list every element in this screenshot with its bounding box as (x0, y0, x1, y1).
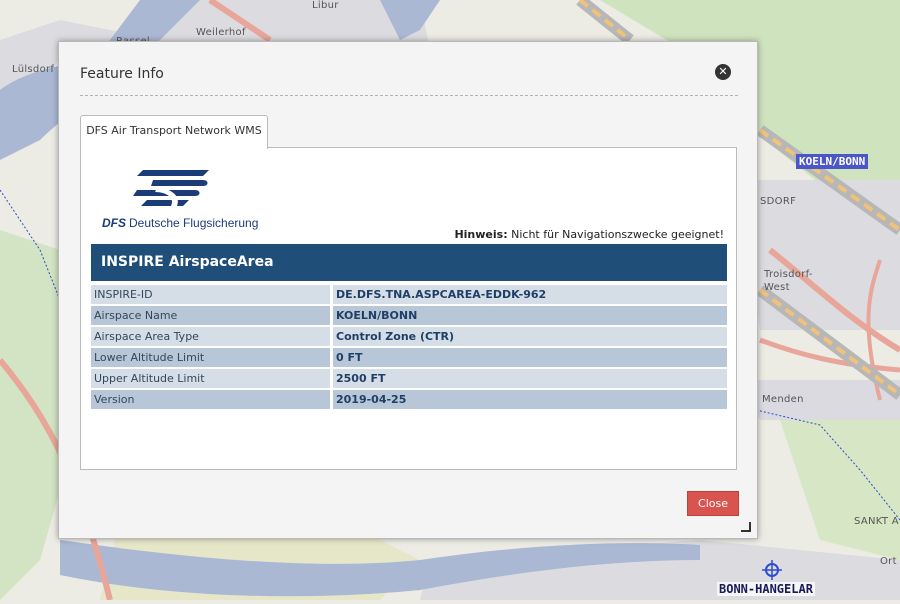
table-row: Upper Altitude Limit 2500 FT (91, 369, 727, 388)
title-divider (80, 95, 738, 96)
info-title: INSPIRE AirspaceArea (101, 254, 274, 270)
attribute-value: KOELN/BONN (333, 306, 727, 325)
attribute-value: Control Zone (CTR) (333, 327, 727, 346)
attribute-key: Lower Altitude Limit (91, 348, 333, 367)
attribute-value: 2500 FT (333, 369, 727, 388)
airspace-label[interactable]: KOELN/BONN (796, 154, 869, 169)
airfield-label[interactable]: BONN-HANGELAR (717, 582, 815, 596)
dialog-title: Feature Info (80, 66, 164, 82)
close-button[interactable]: Close (687, 491, 739, 516)
attribute-key: INSPIRE-ID (91, 285, 333, 304)
tab-dfs-air-transport-network[interactable]: DFS Air Transport Network WMS (80, 115, 268, 149)
tab-panel: DFS Deutsche Flugsicherung Hinweis: Nicht… (80, 147, 737, 470)
dfs-logo-mark-text: DFS (102, 216, 126, 230)
table-row: Airspace Name KOELN/BONN (91, 306, 727, 325)
dfs-logo: DFS Deutsche Flugsicherung (91, 160, 258, 238)
close-circle-icon[interactable]: ✕ (715, 64, 731, 80)
table-row: Version 2019-04-25 (91, 390, 727, 409)
attribute-key: Version (91, 390, 333, 409)
attribute-value: 2019-04-25 (333, 390, 727, 409)
table-row: Airspace Area Type Control Zone (CTR) (91, 327, 727, 346)
table-row: INSPIRE-ID DE.DFS.TNA.ASPCAREA-EDDK-962 (91, 285, 727, 304)
hint-label: Hinweis: (454, 228, 508, 241)
map-place-label: Troisdorf- West (764, 269, 813, 293)
map-place-label: SDORF (760, 196, 797, 207)
map-place-label: Libur (312, 0, 339, 11)
table-row: Lower Altitude Limit 0 FT (91, 348, 727, 367)
navigation-hint: Hinweis: Nicht für Navigationszwecke gee… (454, 228, 724, 241)
attribute-value: DE.DFS.TNA.ASPCAREA-EDDK-962 (333, 285, 727, 304)
info-header: INSPIRE AirspaceArea (91, 244, 727, 281)
attribute-key: Airspace Area Type (91, 327, 333, 346)
feature-attributes-table: INSPIRE-ID DE.DFS.TNA.ASPCAREA-EDDK-962 … (91, 283, 727, 411)
map-place-label: Menden (762, 394, 804, 405)
resize-handle-icon[interactable] (741, 522, 751, 532)
feature-info-dialog: Feature Info ✕ DFS Air Transport Network… (58, 41, 758, 539)
attribute-value: 0 FT (333, 348, 727, 367)
map-place-label: SANKT A (854, 516, 899, 527)
dfs-logo-text: DFS Deutsche Flugsicherung (102, 216, 258, 230)
map-place-label: Ort (880, 556, 897, 567)
hint-text: Nicht für Navigationszwecke geeignet! (511, 228, 724, 241)
dfs-logo-name: Deutsche Flugsicherung (129, 216, 259, 230)
attribute-key: Upper Altitude Limit (91, 369, 333, 388)
map-place-label: Lülsdorf (12, 64, 55, 75)
attribute-key: Airspace Name (91, 306, 333, 325)
map-place-label: Weilerhof (196, 27, 246, 38)
